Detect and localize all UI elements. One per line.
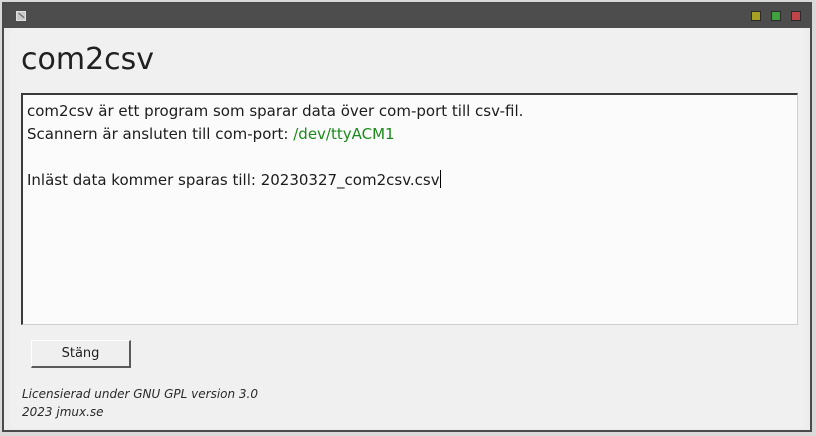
output-line-empty bbox=[27, 146, 797, 169]
port-value: /dev/ttyACM1 bbox=[293, 125, 395, 143]
text-caret bbox=[439, 170, 441, 188]
output-line-save-path: Inläst data kommer sparas till: 20230327… bbox=[27, 169, 797, 192]
app-title: com2csv bbox=[21, 42, 155, 77]
save-path-text: Inläst data kommer sparas till: 20230327… bbox=[27, 171, 440, 189]
window-content: com2csv com2csv är ett program som spara… bbox=[10, 28, 804, 428]
footer: Licensierad under GNU GPL version 3.0 20… bbox=[22, 385, 258, 421]
close-window-button[interactable] bbox=[791, 11, 801, 21]
minimize-button[interactable] bbox=[751, 11, 761, 21]
copyright-text: 2023 jmux.se bbox=[22, 405, 104, 419]
output-line-port: Scannern är ansluten till com-port: /dev… bbox=[27, 123, 797, 146]
maximize-button[interactable] bbox=[771, 11, 781, 21]
close-button[interactable]: Stäng bbox=[31, 340, 131, 368]
output-line-description: com2csv är ett program som sparar data ö… bbox=[27, 102, 524, 120]
output-text-area[interactable]: com2csv är ett program som sparar data ö… bbox=[21, 93, 798, 325]
app-icon[interactable] bbox=[16, 11, 26, 21]
app-window: com2csv com2csv är ett program som spara… bbox=[2, 2, 812, 432]
port-label: Scannern är ansluten till com-port: bbox=[27, 125, 294, 143]
title-bar[interactable] bbox=[4, 4, 810, 28]
license-text: Licensierad under GNU GPL version 3.0 bbox=[22, 387, 259, 401]
